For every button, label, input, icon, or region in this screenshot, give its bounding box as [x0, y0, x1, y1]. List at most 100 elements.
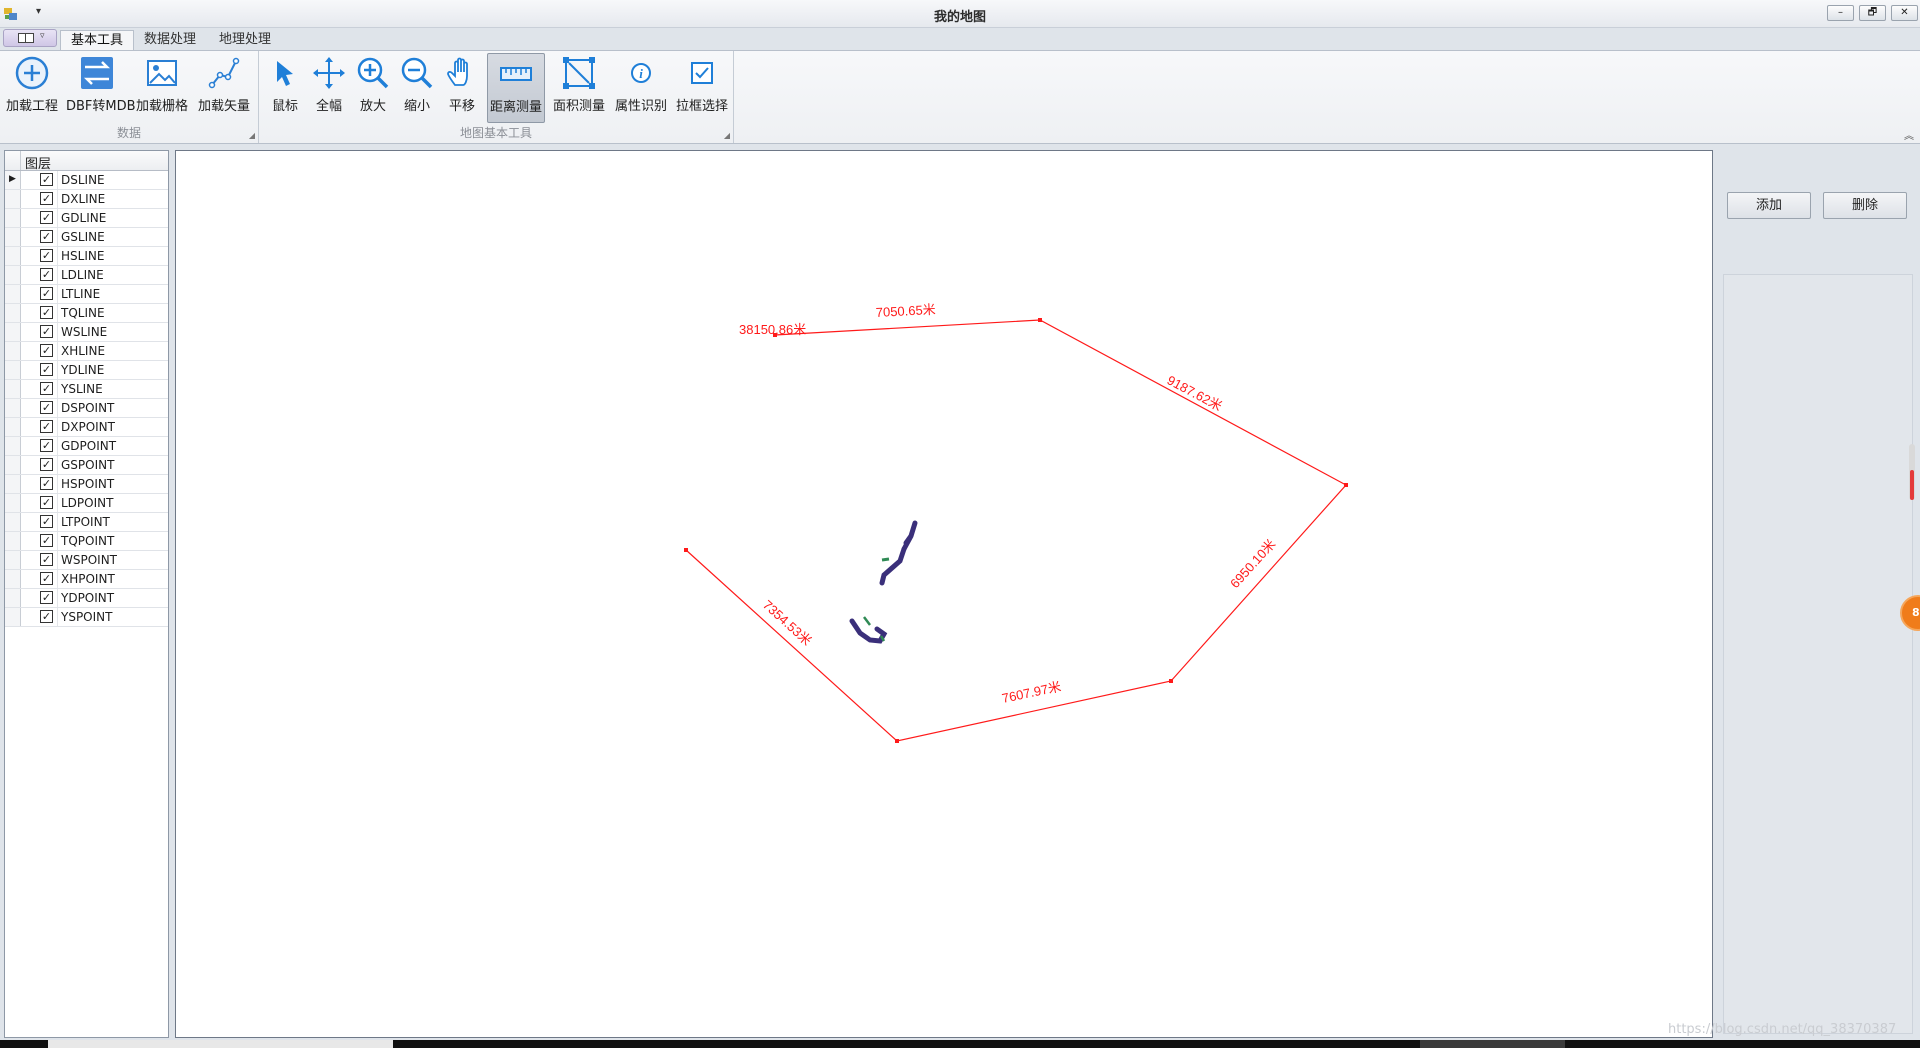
- row-header[interactable]: [5, 608, 21, 626]
- layer-row[interactable]: ✓ DXLINE: [5, 190, 168, 209]
- layer-row[interactable]: ✓ WSLINE: [5, 323, 168, 342]
- tab-basic-tools[interactable]: 基本工具: [60, 30, 135, 50]
- layer-row[interactable]: ✓ TQPOINT: [5, 532, 168, 551]
- layer-row[interactable]: ✓ HSPOINT: [5, 475, 168, 494]
- identify-button[interactable]: i 属性识别: [613, 53, 669, 121]
- layer-row[interactable]: ✓ XHPOINT: [5, 570, 168, 589]
- measure-distance-button[interactable]: 距离测量: [487, 53, 545, 123]
- load-project-button[interactable]: 加载工程: [4, 53, 60, 121]
- restore-button[interactable]: 🗗: [1859, 5, 1886, 21]
- layer-row[interactable]: ✓ GDPOINT: [5, 437, 168, 456]
- layer-row[interactable]: ✓ TQLINE: [5, 304, 168, 323]
- layer-visibility-checkbox[interactable]: ✓: [40, 382, 53, 395]
- layer-row[interactable]: ✓ XHLINE: [5, 342, 168, 361]
- layer-row[interactable]: ▶ ✓ DSLINE: [5, 171, 168, 190]
- row-header[interactable]: ▶: [5, 171, 21, 189]
- layer-row[interactable]: ✓ DSPOINT: [5, 399, 168, 418]
- map-canvas[interactable]: 38150.86米 7050.65米 9187.62米 6950.10米 760…: [175, 150, 1713, 1038]
- row-header[interactable]: [5, 589, 21, 607]
- layer-row[interactable]: ✓ YDLINE: [5, 361, 168, 380]
- row-header[interactable]: [5, 285, 21, 303]
- layer-visibility-checkbox[interactable]: ✓: [40, 515, 53, 528]
- row-header[interactable]: [5, 380, 21, 398]
- minimize-button[interactable]: –: [1827, 5, 1854, 21]
- row-header[interactable]: [5, 475, 21, 493]
- layer-row[interactable]: ✓ LDPOINT: [5, 494, 168, 513]
- layer-visibility-checkbox[interactable]: ✓: [40, 401, 53, 414]
- map-drawing[interactable]: 38150.86米 7050.65米 9187.62米 6950.10米 760…: [176, 151, 1712, 1037]
- layer-row[interactable]: ✓ DXPOINT: [5, 418, 168, 437]
- layer-visibility-checkbox[interactable]: ✓: [40, 458, 53, 471]
- row-header[interactable]: [5, 342, 21, 360]
- row-header[interactable]: [5, 247, 21, 265]
- application-menu-button[interactable]: ▿: [3, 29, 57, 47]
- row-header[interactable]: [5, 266, 21, 284]
- add-button[interactable]: 添加: [1727, 192, 1811, 219]
- layer-row[interactable]: ✓ YSLINE: [5, 380, 168, 399]
- layer-visibility-checkbox[interactable]: ✓: [40, 534, 53, 547]
- layer-visibility-checkbox[interactable]: ✓: [40, 572, 53, 585]
- row-header[interactable]: [5, 399, 21, 417]
- row-header[interactable]: [5, 532, 21, 550]
- close-button[interactable]: ✕: [1891, 5, 1918, 21]
- zoom-out-button[interactable]: 缩小: [397, 53, 437, 121]
- row-header[interactable]: [5, 190, 21, 208]
- pointer-tool-button[interactable]: 鼠标: [265, 53, 305, 121]
- row-header[interactable]: [5, 304, 21, 322]
- row-header[interactable]: [5, 456, 21, 474]
- collapse-ribbon-icon[interactable]: ︽: [1904, 127, 1914, 142]
- layer-row[interactable]: ✓ LTPOINT: [5, 513, 168, 532]
- delete-button[interactable]: 删除: [1823, 192, 1907, 219]
- dialog-launcher-icon[interactable]: ◢: [724, 131, 730, 140]
- button-label: 加载工程: [5, 99, 58, 114]
- row-header[interactable]: [5, 551, 21, 569]
- layer-visibility-checkbox[interactable]: ✓: [40, 477, 53, 490]
- box-select-button[interactable]: 拉框选择: [674, 53, 730, 121]
- layer-visibility-checkbox[interactable]: ✓: [40, 287, 53, 300]
- measure-area-button[interactable]: 面积测量: [551, 53, 607, 121]
- row-header[interactable]: [5, 494, 21, 512]
- tab-data-processing[interactable]: 数据处理: [134, 30, 206, 50]
- layer-visibility-checkbox[interactable]: ✓: [40, 268, 53, 281]
- load-raster-button[interactable]: 加载栅格: [134, 53, 190, 121]
- dialog-launcher-icon[interactable]: ◢: [249, 131, 255, 140]
- row-header[interactable]: [5, 209, 21, 227]
- layer-row[interactable]: ✓ YDPOINT: [5, 589, 168, 608]
- layer-visibility-checkbox[interactable]: ✓: [40, 230, 53, 243]
- row-header[interactable]: [5, 418, 21, 436]
- layer-visibility-checkbox[interactable]: ✓: [40, 344, 53, 357]
- layer-row[interactable]: ✓ YSPOINT: [5, 608, 168, 627]
- layer-visibility-checkbox[interactable]: ✓: [40, 439, 53, 452]
- layer-visibility-checkbox[interactable]: ✓: [40, 325, 53, 338]
- row-header[interactable]: [5, 513, 21, 531]
- layer-row[interactable]: ✓ WSPOINT: [5, 551, 168, 570]
- layer-visibility-checkbox[interactable]: ✓: [40, 496, 53, 509]
- layer-row[interactable]: ✓ GSLINE: [5, 228, 168, 247]
- full-extent-button[interactable]: 全幅: [309, 53, 349, 121]
- layer-visibility-checkbox[interactable]: ✓: [40, 591, 53, 604]
- layer-visibility-checkbox[interactable]: ✓: [40, 553, 53, 566]
- layer-visibility-checkbox[interactable]: ✓: [40, 420, 53, 433]
- layer-visibility-checkbox[interactable]: ✓: [40, 363, 53, 376]
- row-header[interactable]: [5, 437, 21, 455]
- row-header[interactable]: [5, 361, 21, 379]
- zoom-in-button[interactable]: 放大: [353, 53, 393, 121]
- row-header[interactable]: [5, 323, 21, 341]
- layer-row[interactable]: ✓ GDLINE: [5, 209, 168, 228]
- layer-visibility-checkbox[interactable]: ✓: [40, 211, 53, 224]
- layer-visibility-checkbox[interactable]: ✓: [40, 249, 53, 262]
- tab-geoprocessing[interactable]: 地理处理: [209, 30, 281, 50]
- row-header[interactable]: [5, 228, 21, 246]
- layer-row[interactable]: ✓ LDLINE: [5, 266, 168, 285]
- row-header[interactable]: [5, 570, 21, 588]
- load-vector-button[interactable]: 加载矢量: [196, 53, 252, 121]
- layer-row[interactable]: ✓ GSPOINT: [5, 456, 168, 475]
- layer-row[interactable]: ✓ HSLINE: [5, 247, 168, 266]
- layer-visibility-checkbox[interactable]: ✓: [40, 173, 53, 186]
- layer-visibility-checkbox[interactable]: ✓: [40, 610, 53, 623]
- pan-button[interactable]: 平移: [442, 53, 482, 121]
- layer-row[interactable]: ✓ LTLINE: [5, 285, 168, 304]
- dbf-to-mdb-button[interactable]: DBF转MDB: [66, 53, 136, 121]
- layer-visibility-checkbox[interactable]: ✓: [40, 192, 53, 205]
- layer-visibility-checkbox[interactable]: ✓: [40, 306, 53, 319]
